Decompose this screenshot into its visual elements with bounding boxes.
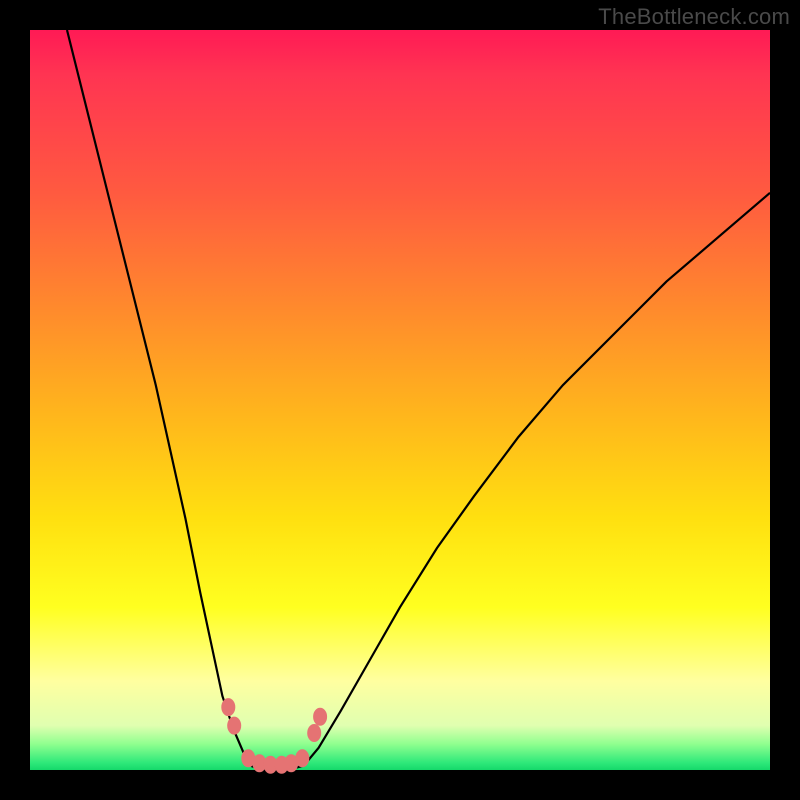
outer-frame: TheBottleneck.com xyxy=(0,0,800,800)
valley-marker xyxy=(307,724,321,742)
plot-area xyxy=(30,30,770,770)
valley-marker xyxy=(313,708,327,726)
valley-marker xyxy=(221,698,235,716)
watermark-text: TheBottleneck.com xyxy=(598,4,790,30)
chart-svg xyxy=(30,30,770,770)
valley-marker xyxy=(295,749,309,767)
valley-marker xyxy=(227,717,241,735)
bottleneck-curve xyxy=(67,30,770,769)
